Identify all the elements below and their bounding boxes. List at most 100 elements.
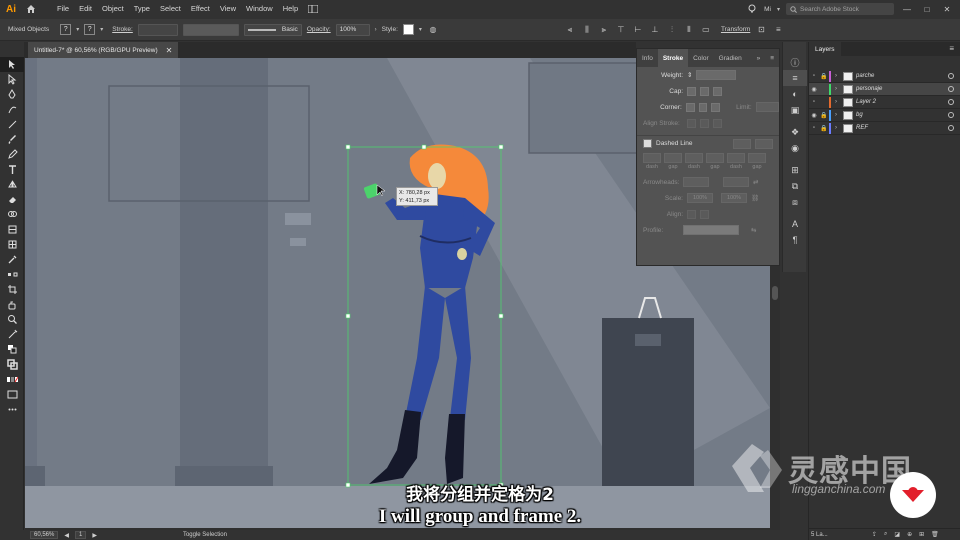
lock-icon[interactable]: 🔒: [819, 112, 829, 119]
layer-target-icon[interactable]: [948, 125, 954, 131]
color-guide-icon[interactable]: ❖: [783, 124, 807, 140]
visibility-eye-icon[interactable]: ◉: [809, 86, 819, 93]
menu-window[interactable]: Window: [241, 0, 278, 18]
layer-name[interactable]: personaje: [856, 86, 948, 92]
layout-grid-icon[interactable]: [307, 3, 319, 15]
layer-target-icon[interactable]: [948, 86, 954, 92]
lock-icon[interactable]: 🔒: [819, 125, 829, 132]
type-tool[interactable]: [0, 162, 24, 177]
visibility-eye-icon[interactable]: ◉: [809, 112, 819, 119]
align-right-icon[interactable]: ⫸: [598, 24, 610, 36]
eraser-tool[interactable]: [0, 192, 24, 207]
workspace-switcher[interactable]: Mi: [764, 6, 771, 13]
close-document-icon[interactable]: ✕: [166, 46, 173, 55]
dashed-line-checkbox[interactable]: [643, 139, 652, 148]
maximize-button[interactable]: □: [920, 3, 934, 15]
menu-help[interactable]: Help: [278, 0, 303, 18]
info-panel-icon[interactable]: ⓘ: [783, 54, 807, 70]
link-scale-icon[interactable]: ⛓: [751, 194, 759, 202]
chevron-down-icon[interactable]: ▾: [419, 26, 422, 33]
direct-selection-tool[interactable]: [0, 72, 24, 87]
isolate-group-icon[interactable]: ⊡: [755, 24, 767, 36]
chevron-right-icon[interactable]: ›: [835, 125, 843, 131]
distribute-icon[interactable]: ⫶: [666, 24, 678, 36]
align-top-icon[interactable]: ⊤: [615, 24, 627, 36]
visibility-eye-icon[interactable]: ▫: [809, 99, 819, 105]
tab-color[interactable]: Color: [688, 49, 714, 67]
chevron-right-icon[interactable]: ›: [375, 27, 377, 33]
align-bottom-icon[interactable]: ⊥: [649, 24, 661, 36]
tab-stroke[interactable]: Stroke: [657, 49, 689, 67]
menu-type[interactable]: Type: [129, 0, 155, 18]
start-scale-field[interactable]: 100%: [687, 193, 713, 203]
panel-menu-icon[interactable]: ≡: [765, 49, 779, 67]
document-tab[interactable]: Untitled-7* @ 60,56% (RGB/GPU Preview) ✕: [28, 42, 179, 58]
stroke-panel-icon[interactable]: ≡: [783, 70, 807, 86]
artboard-number-field[interactable]: 1: [74, 531, 87, 539]
align-vcenter-icon[interactable]: ⊢: [632, 24, 644, 36]
chevron-down-icon[interactable]: ▾: [100, 26, 103, 33]
fill-stroke-default[interactable]: [0, 342, 24, 357]
weight-field[interactable]: [696, 70, 737, 80]
chevron-right-icon[interactable]: ›: [835, 73, 843, 79]
lock-icon[interactable]: 🔒: [819, 73, 829, 80]
dash-align-corners-button[interactable]: [733, 138, 751, 149]
paragraph-panel-icon[interactable]: ¶: [783, 232, 807, 248]
status-mode-text[interactable]: Toggle Selection: [183, 532, 227, 538]
layer-target-icon[interactable]: [948, 99, 954, 105]
layer-row[interactable]: ▫ › Layer 2: [809, 96, 960, 109]
layer-name[interactable]: parche: [856, 73, 948, 79]
paintbrush-tool[interactable]: [0, 132, 24, 147]
zoom-level-field[interactable]: 60,56%: [30, 531, 59, 539]
lightbulb-icon[interactable]: [746, 3, 758, 15]
round-join-button[interactable]: [698, 102, 708, 112]
mesh-tool[interactable]: [0, 237, 24, 252]
align-outside-button[interactable]: [713, 118, 722, 128]
layer-name[interactable]: bg: [856, 112, 948, 118]
chevron-down-icon[interactable]: ▾: [76, 26, 79, 33]
bevel-join-button[interactable]: [711, 102, 721, 112]
arrow-extend-button[interactable]: [687, 209, 696, 219]
gap-field-3[interactable]: [748, 153, 766, 163]
menu-file[interactable]: File: [52, 0, 74, 18]
projecting-cap-button[interactable]: [713, 86, 722, 96]
flip-profile-icon[interactable]: ⇆: [751, 226, 756, 234]
line-tool[interactable]: [0, 117, 24, 132]
opacity-label[interactable]: Opacity:: [307, 26, 331, 33]
eyedropper-tool[interactable]: [0, 252, 24, 267]
symbol-sprayer-tool[interactable]: [0, 297, 24, 312]
shape-builder-tool[interactable]: [0, 207, 24, 222]
align-hcenter-icon[interactable]: ⫼: [581, 24, 593, 36]
layer-row[interactable]: ▫ 🔒 › REF: [809, 122, 960, 135]
opacity-field[interactable]: 100%: [335, 23, 370, 36]
end-scale-field[interactable]: 100%: [721, 193, 747, 203]
dash-field-3[interactable]: [727, 153, 745, 163]
appearance-panel-icon[interactable]: ◐: [783, 86, 807, 102]
close-window-button[interactable]: ✕: [940, 3, 954, 15]
layer-row[interactable]: ◉ › personaje: [809, 83, 960, 96]
menu-effect[interactable]: Effect: [186, 0, 215, 18]
fill-swatch[interactable]: ?: [60, 24, 72, 35]
start-arrowhead-select[interactable]: [683, 177, 709, 187]
butt-cap-button[interactable]: [687, 86, 696, 96]
gap-field-2[interactable]: [706, 153, 724, 163]
chevron-right-icon[interactable]: ›: [835, 99, 843, 105]
distribute-h-icon[interactable]: ⫴: [683, 24, 695, 36]
arrow-place-button[interactable]: [700, 209, 709, 219]
stock-search-box[interactable]: [786, 3, 894, 15]
zoom-tool[interactable]: [0, 312, 24, 327]
graphic-style-swatch[interactable]: [402, 24, 414, 35]
layer-target-icon[interactable]: [948, 112, 954, 118]
swatches-panel-icon[interactable]: ◉: [783, 140, 807, 156]
blend-tool[interactable]: [0, 267, 24, 282]
align-inside-button[interactable]: [700, 118, 709, 128]
layer-name[interactable]: REF: [856, 125, 948, 131]
recolor-artwork-icon[interactable]: ◍: [427, 24, 439, 36]
align-center-button[interactable]: [687, 118, 696, 128]
align-left-icon[interactable]: ⫷: [564, 24, 576, 36]
more-tools[interactable]: [0, 402, 24, 417]
align-panel-icon[interactable]: ⧉: [783, 178, 807, 194]
miter-join-button[interactable]: [685, 102, 695, 112]
pen-tool[interactable]: [0, 87, 24, 102]
free-transform-tool[interactable]: [0, 222, 24, 237]
